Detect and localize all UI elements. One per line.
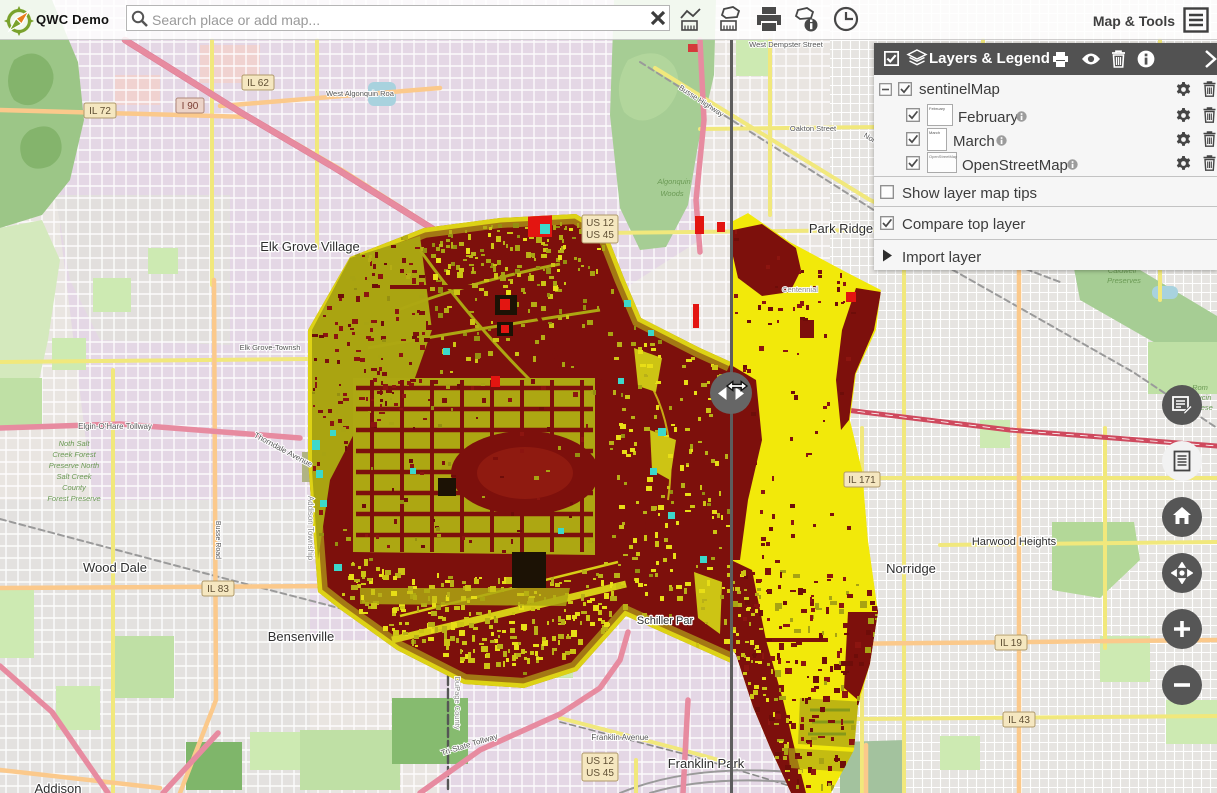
svg-text:Bensenville: Bensenville	[268, 629, 335, 644]
svg-text:Schiller Par: Schiller Par	[637, 615, 694, 627]
svg-text:IL 72: IL 72	[89, 106, 111, 117]
svg-text:IL 19: IL 19	[1000, 638, 1022, 649]
svg-text:Park Ridge: Park Ridge	[809, 221, 873, 236]
svg-text:Centennial: Centennial	[782, 285, 818, 294]
svg-text:US 45: US 45	[586, 768, 614, 779]
svg-text:DuPage County: DuPage County	[453, 677, 462, 730]
svg-text:Elk Grove Village: Elk Grove Village	[260, 239, 359, 254]
svg-text:Preserves: Preserves	[1107, 276, 1141, 285]
svg-text:I 90: I 90	[182, 101, 199, 112]
svg-text:Addison: Addison	[35, 781, 82, 793]
svg-text:Busse Road: Busse Road	[214, 521, 221, 559]
svg-text:Oakton Street: Oakton Street	[790, 124, 837, 133]
svg-text:Norridge: Norridge	[886, 561, 936, 576]
svg-text:Noth Salt: Noth Salt	[59, 439, 91, 448]
svg-text:Elgin-O'Hare Tollway: Elgin-O'Hare Tollway	[78, 422, 152, 431]
svg-text:IL 83: IL 83	[207, 584, 229, 595]
svg-text:IL 62: IL 62	[247, 78, 269, 89]
svg-text:Woods: Woods	[660, 189, 684, 198]
svg-text:West Algonquin Roa: West Algonquin Roa	[326, 89, 395, 98]
svg-text:US 12: US 12	[586, 218, 614, 229]
svg-text:US 45: US 45	[586, 230, 614, 241]
svg-text:Algonquin: Algonquin	[656, 177, 690, 186]
svg-text:West Dempster Street: West Dempster Street	[749, 40, 824, 49]
svg-text:Creek Forest: Creek Forest	[52, 450, 96, 459]
svg-text:US 12: US 12	[586, 756, 614, 767]
svg-text:IL 43: IL 43	[1008, 715, 1030, 726]
svg-text:Salt Creek: Salt Creek	[56, 472, 92, 481]
svg-text:Elk Grove-Townsh: Elk Grove-Townsh	[240, 343, 301, 352]
svg-text:Preserve North: Preserve North	[49, 461, 99, 470]
svg-text:County: County	[62, 483, 87, 492]
svg-text:Addison Township: Addison Township	[306, 496, 315, 561]
svg-text:Wood Dale: Wood Dale	[83, 560, 147, 575]
svg-text:IL 171: IL 171	[848, 475, 876, 486]
svg-text:Franklin Avenue: Franklin Avenue	[591, 733, 649, 742]
svg-text:Franklin Park: Franklin Park	[668, 756, 745, 771]
svg-text:Harwood Heights: Harwood Heights	[972, 536, 1057, 548]
svg-text:Forest Preserve: Forest Preserve	[47, 494, 100, 503]
